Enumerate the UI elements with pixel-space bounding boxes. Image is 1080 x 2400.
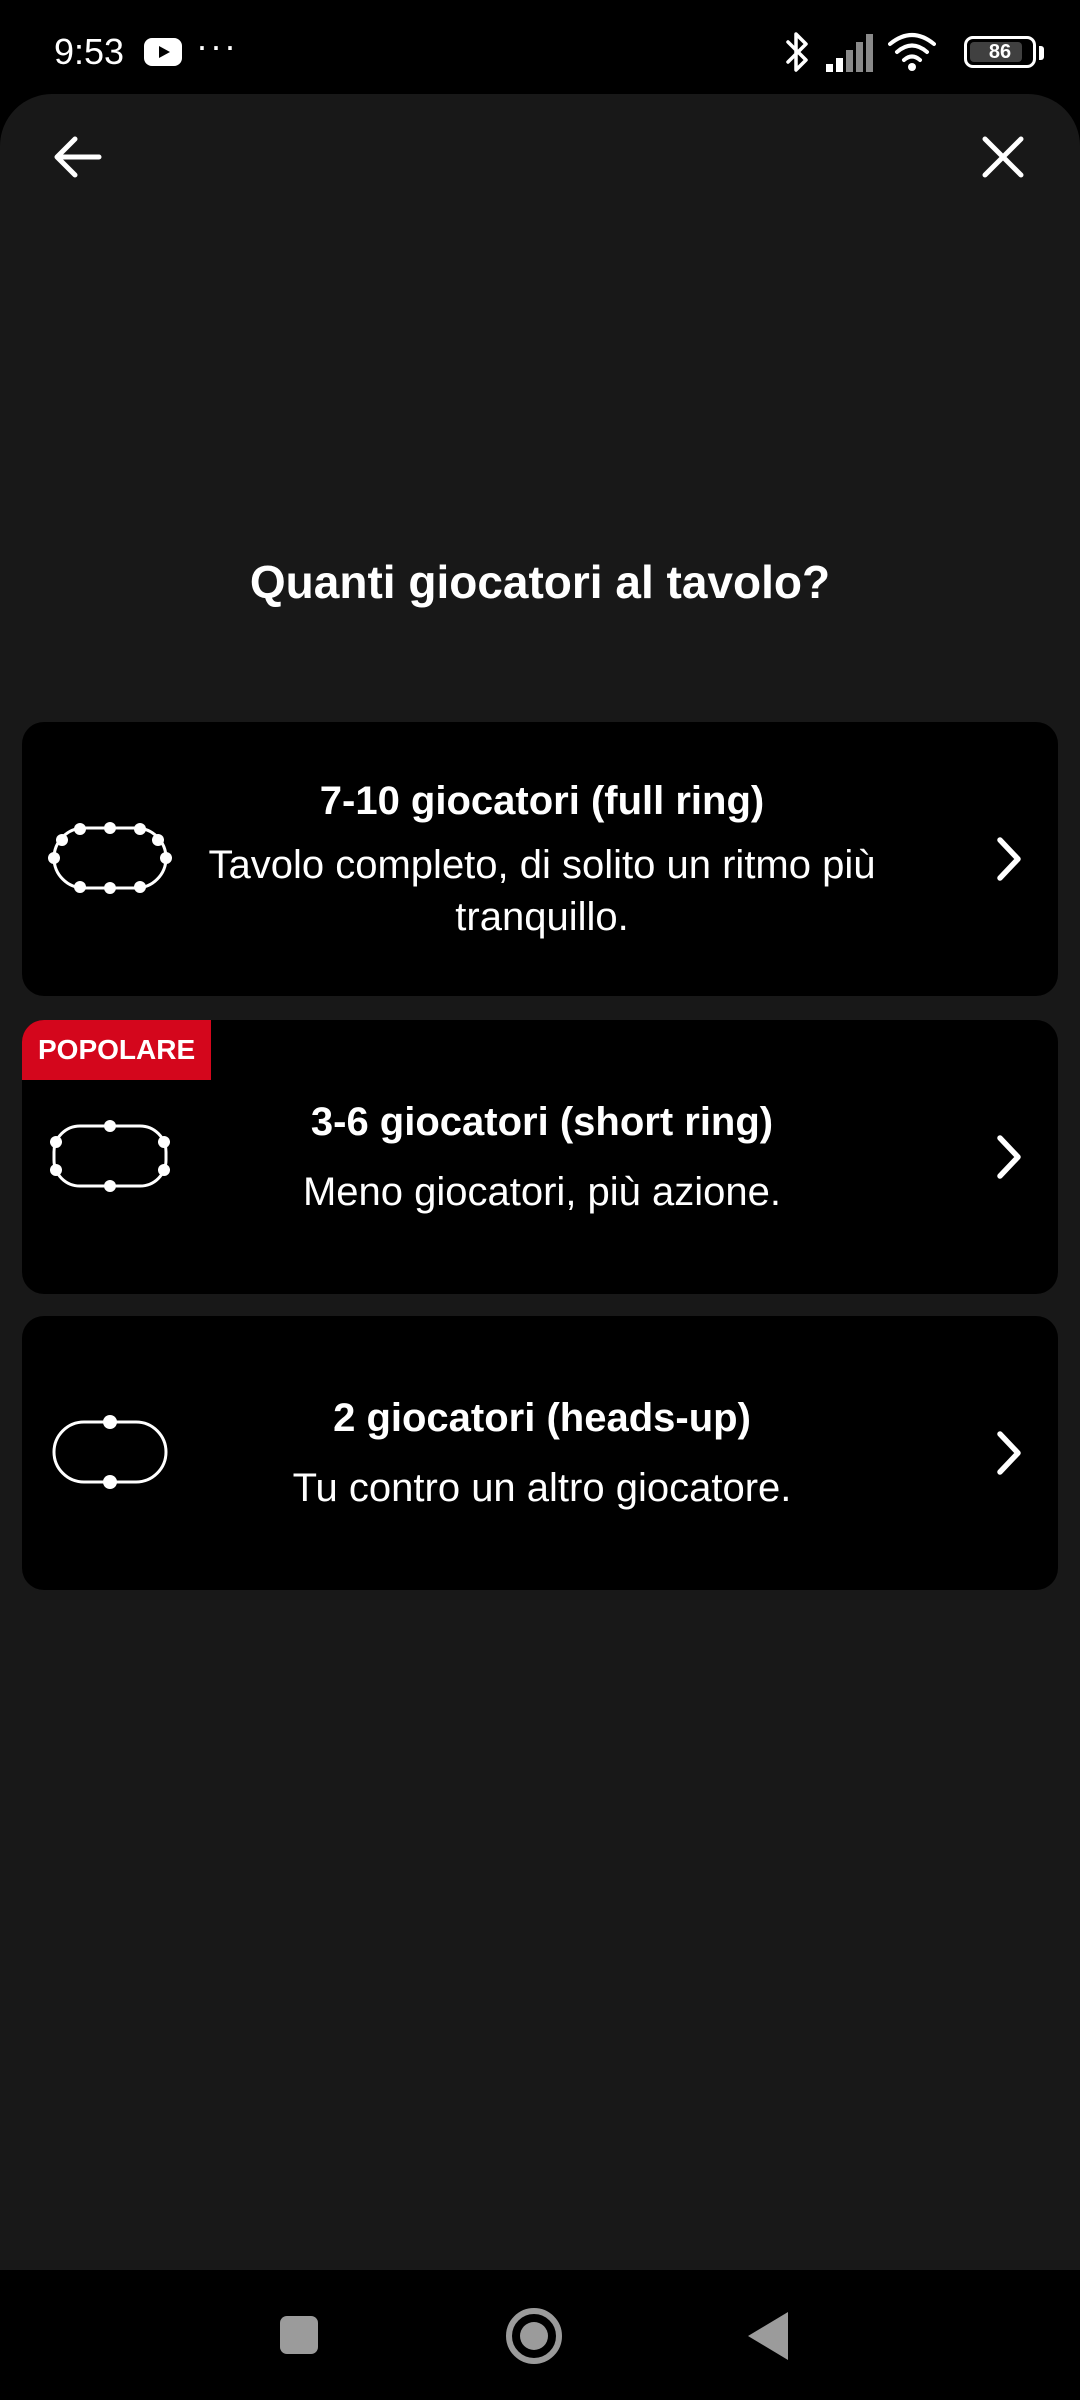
option-text: 7-10 giocatori (full ring) Tavolo comple…: [192, 722, 892, 996]
heads-up-table-icon: [52, 1415, 168, 1489]
page-title: Quanti giocatori al tavolo?: [249, 556, 831, 608]
youtube-icon: [144, 38, 182, 66]
option-description: Tu contro un altro giocatore.: [292, 1466, 792, 1510]
battery-icon: 86: [952, 30, 1044, 74]
back-triangle-icon[interactable]: [748, 2312, 788, 2360]
status-time: 9:53: [54, 31, 125, 72]
option-title: 3-6 giocatori (short ring): [310, 1100, 774, 1144]
battery-body: 86: [964, 36, 1036, 68]
full-ring-table-icon: [48, 822, 172, 894]
battery-tip: [1039, 46, 1044, 60]
status-bar: 9:53 ··· 86: [0, 0, 1080, 96]
close-icon: [982, 136, 1024, 178]
back-button[interactable]: [42, 122, 112, 192]
option-text: 3-6 giocatori (short ring) Meno giocator…: [192, 1020, 892, 1294]
option-description: Meno giocatori, più azione.: [302, 1170, 782, 1214]
recents-square-icon[interactable]: [280, 2316, 318, 2354]
home-circle-icon[interactable]: [506, 2308, 562, 2364]
short-ring-table-icon: [50, 1120, 170, 1192]
option-text: 2 giocatori (heads-up) Tu contro un altr…: [192, 1316, 892, 1590]
system-nav-bar: [0, 2270, 1080, 2400]
close-button[interactable]: [968, 122, 1038, 192]
option-title: 2 giocatori (heads-up): [333, 1396, 751, 1440]
battery-level: 86: [988, 41, 1012, 63]
option-heads-up[interactable]: 2 giocatori (heads-up) Tu contro un altr…: [22, 1316, 1058, 1590]
option-short-ring[interactable]: POPOLARE 3-6 giocatori (short ring) Meno…: [22, 1020, 1058, 1294]
chevron-right-icon: [997, 837, 1021, 881]
popular-badge: POPOLARE: [22, 1020, 212, 1080]
chevron-right-icon: [997, 1135, 1021, 1179]
wifi-icon: [888, 33, 936, 71]
chevron-right-icon: [997, 1431, 1021, 1475]
option-title: 7-10 giocatori (full ring): [319, 779, 765, 823]
selection-sheet: Quanti giocatori al tavolo? 7-10 giocato…: [0, 94, 1080, 2270]
option-full-ring[interactable]: 7-10 giocatori (full ring) Tavolo comple…: [22, 722, 1058, 996]
arrow-left-icon: [54, 136, 102, 178]
option-description: Tavolo completo, di solito un ritmo più …: [208, 843, 876, 939]
signal-icon: [826, 34, 873, 72]
more-dots-icon: ···: [196, 25, 238, 66]
bluetooth-icon: [786, 32, 808, 72]
